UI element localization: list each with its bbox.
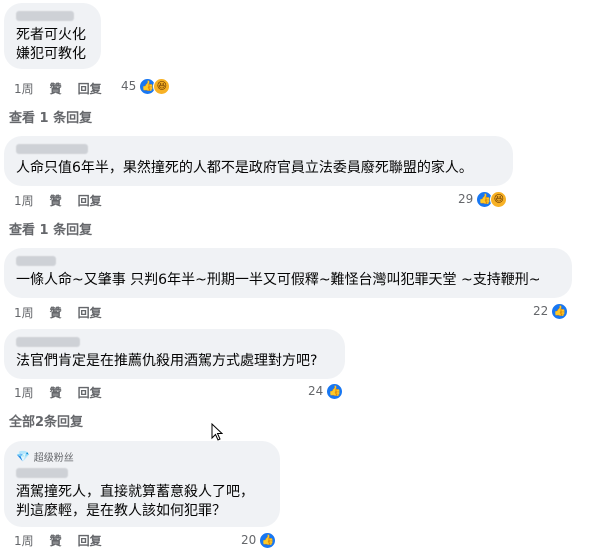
comment-actions: 1周 贊 回复 — [14, 384, 102, 400]
timestamp[interactable]: 1周 — [14, 384, 34, 401]
like-button[interactable]: 贊 — [50, 80, 62, 97]
reaction-count: 45 — [121, 79, 137, 93]
comment-actions: 1周 贊 回复 — [14, 532, 102, 548]
comment-text: 死者可火化 嫌犯可教化 — [16, 27, 86, 62]
commenter-name[interactable] — [16, 337, 80, 347]
like-reaction-icon: 👍 — [551, 302, 569, 320]
comment-bubble: 死者可火化 嫌犯可教化 — [4, 3, 101, 69]
like-reaction-icon: 👍 — [326, 382, 344, 400]
reaction-count: 20 — [241, 533, 257, 547]
reaction-count: 29 — [458, 192, 474, 206]
commenter-name[interactable] — [16, 256, 56, 266]
reaction-summary[interactable]: 24 👍 — [308, 382, 344, 400]
commenter-name[interactable] — [16, 144, 88, 154]
like-button[interactable]: 贊 — [50, 304, 62, 321]
comment-bubble: 人命只值6年半，果然撞死的人都不是政府官員立法委員廢死聯盟的家人。 — [4, 136, 513, 186]
comment-text: 一條人命~又肇事 只判6年半~刑期一半又可假釋~難怪台灣叫犯罪天堂 ~支持鞭刑~ — [16, 272, 541, 288]
reaction-summary[interactable]: 45 👍 😆 — [121, 77, 171, 95]
super-fan-badge: 💎 超级粉丝 — [16, 449, 268, 464]
timestamp[interactable]: 1周 — [14, 304, 34, 321]
timestamp[interactable]: 1周 — [14, 192, 34, 209]
reaction-count: 24 — [308, 384, 324, 398]
timestamp[interactable]: 1周 — [14, 532, 34, 549]
like-button[interactable]: 贊 — [50, 192, 62, 209]
comment-actions: 1周 贊 回复 — [14, 304, 102, 320]
like-button[interactable]: 贊 — [50, 532, 62, 549]
like-button[interactable]: 贊 — [50, 384, 62, 401]
timestamp[interactable]: 1周 — [14, 80, 34, 97]
comment-bubble: 一條人命~又肇事 只判6年半~刑期一半又可假釋~難怪台灣叫犯罪天堂 ~支持鞭刑~ — [4, 248, 572, 298]
mouse-cursor-icon — [211, 423, 223, 441]
reply-button[interactable]: 回复 — [78, 532, 102, 549]
reaction-count: 22 — [533, 304, 549, 318]
reaction-summary[interactable]: 20 👍 — [241, 531, 277, 549]
like-reaction-icon: 👍 — [259, 531, 277, 549]
badge-label: 超级粉丝 — [33, 453, 74, 464]
comment-bubble: 法官們肯定是在推薦仇殺用酒駕方式處理對方吧? — [4, 329, 345, 379]
comment-bubble: 💎 超级粉丝 酒駕撞死人，直接就算蓄意殺人了吧， 判這麼輕，是在教人該如何犯罪？ — [4, 441, 280, 527]
reaction-summary[interactable]: 29 👍 😆 — [458, 190, 508, 208]
view-replies-link[interactable]: 查看 1 条回复 — [9, 219, 92, 238]
reaction-summary[interactable]: 22 👍 — [533, 302, 569, 320]
haha-reaction-icon: 😆 — [153, 77, 171, 95]
reply-button[interactable]: 回复 — [78, 192, 102, 209]
comment-text: 酒駕撞死人，直接就算蓄意殺人了吧， 判這麼輕，是在教人該如何犯罪？ — [16, 484, 254, 519]
comment-actions: 1周 贊 回复 — [14, 192, 102, 208]
diamond-icon: 💎 — [16, 450, 30, 463]
view-replies-link[interactable]: 查看 1 条回复 — [9, 107, 92, 126]
reply-button[interactable]: 回复 — [78, 384, 102, 401]
comment-text: 人命只值6年半，果然撞死的人都不是政府官員立法委員廢死聯盟的家人。 — [16, 160, 473, 176]
comment-text: 法官們肯定是在推薦仇殺用酒駕方式處理對方吧? — [16, 353, 318, 369]
reply-button[interactable]: 回复 — [78, 304, 102, 321]
commenter-name[interactable] — [16, 11, 74, 21]
haha-reaction-icon: 😆 — [490, 190, 508, 208]
comment-actions: 1周 贊 回复 — [14, 80, 102, 96]
all-replies-link[interactable]: 全部2条回复 — [9, 411, 83, 430]
commenter-name[interactable] — [16, 468, 68, 478]
reply-button[interactable]: 回复 — [78, 80, 102, 97]
